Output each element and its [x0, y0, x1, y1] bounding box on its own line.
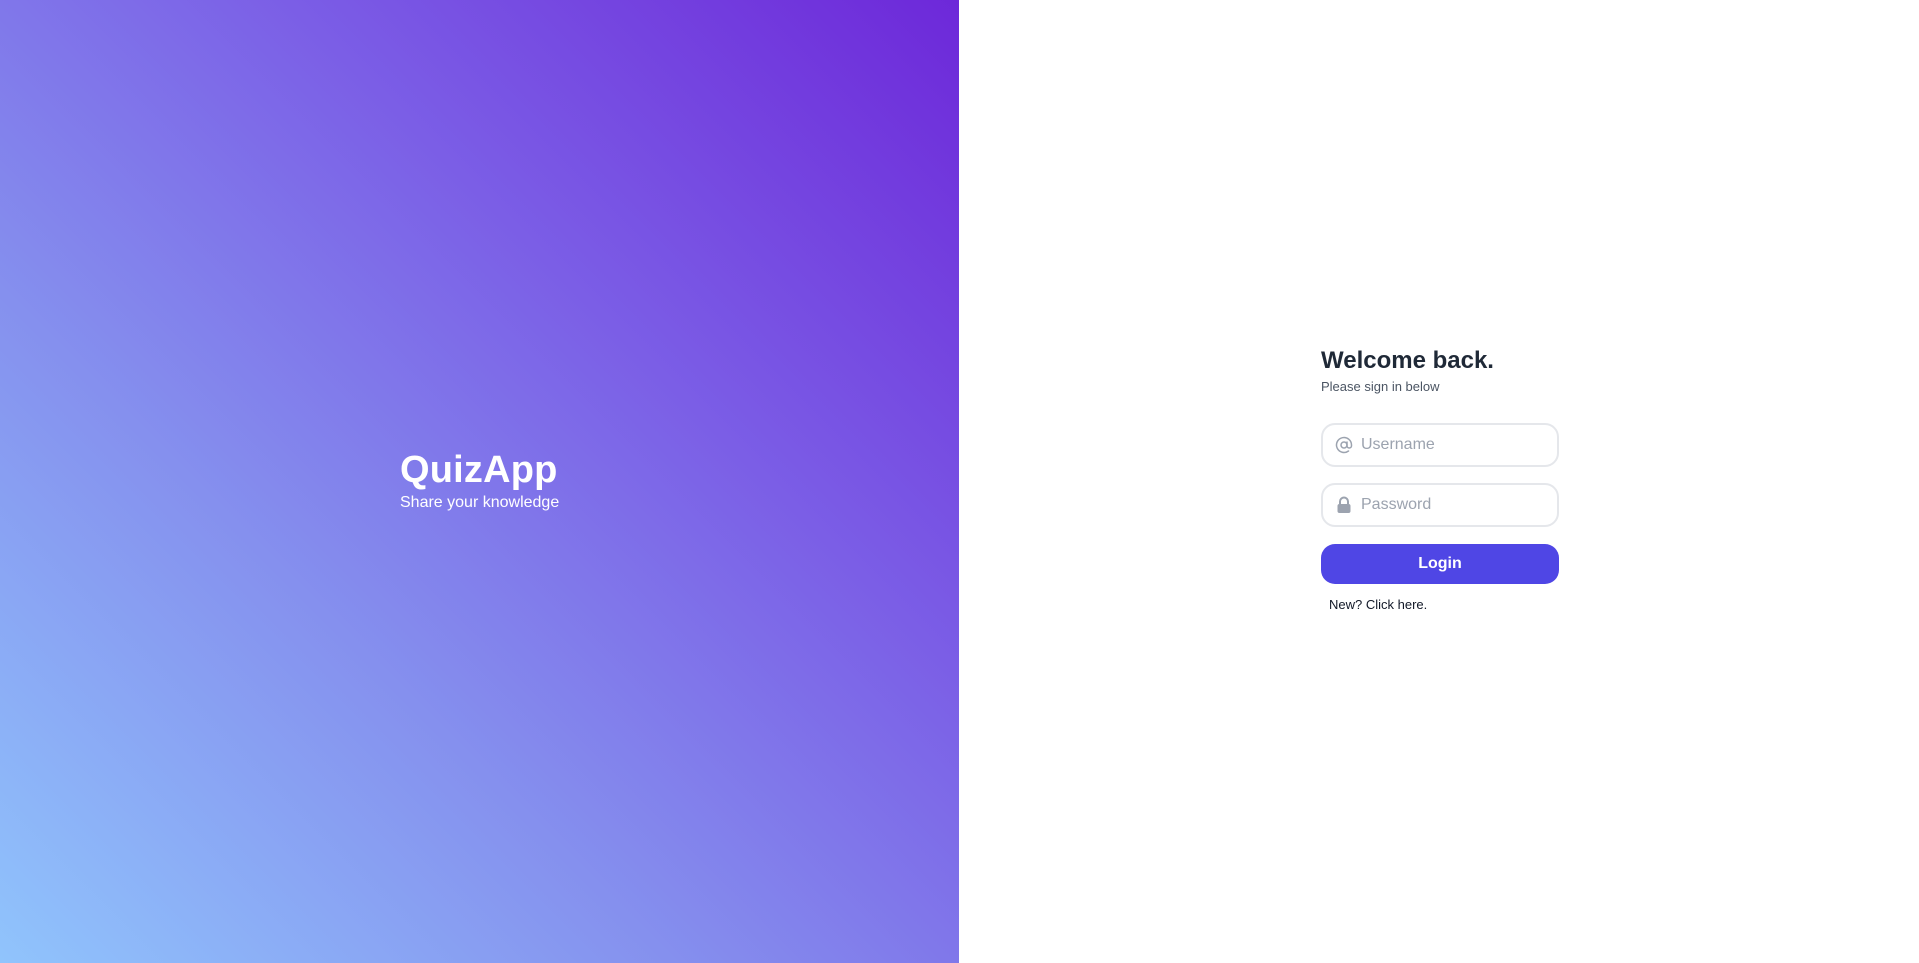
- lock-icon: [1335, 496, 1353, 514]
- username-input[interactable]: [1361, 426, 1551, 464]
- brand: QuizApp Share your knowledge: [400, 448, 559, 513]
- login-button[interactable]: Login: [1321, 544, 1559, 584]
- login-page: QuizApp Share your knowledge Welcome bac…: [0, 0, 1919, 963]
- app-tagline: Share your knowledge: [400, 494, 560, 511]
- signup-link[interactable]: New? Click here.: [1329, 597, 1427, 612]
- form-title: Welcome back.: [1321, 347, 1494, 374]
- at-sign-icon: [1335, 436, 1353, 454]
- app-title: QuizApp: [400, 449, 558, 491]
- login-form: Welcome back. Please sign in below Usern…: [1321, 346, 1559, 614]
- password-field[interactable]: [1321, 483, 1559, 527]
- login-panel: Welcome back. Please sign in below Usern…: [959, 0, 1919, 963]
- username-field[interactable]: [1321, 423, 1559, 467]
- hero-panel: QuizApp Share your knowledge: [0, 0, 959, 963]
- form-subtitle: Please sign in below: [1321, 379, 1440, 394]
- password-input[interactable]: [1361, 486, 1551, 524]
